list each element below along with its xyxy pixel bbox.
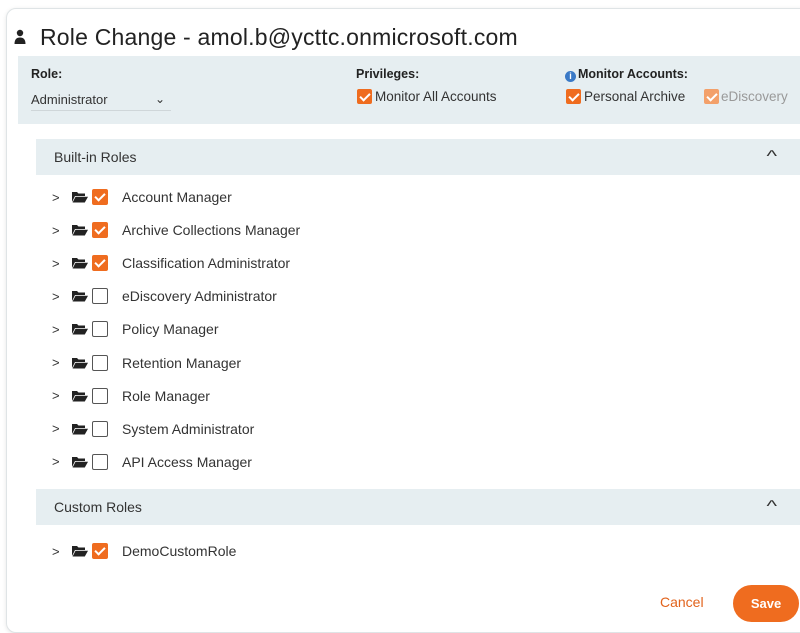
role-checkbox[interactable]: [92, 354, 108, 371]
personal-archive-label: Personal Archive: [584, 89, 686, 104]
folder-open-icon: [72, 258, 88, 269]
role-row[interactable]: > API Access Manager: [52, 449, 252, 475]
person-icon: [14, 29, 26, 44]
role-row[interactable]: > Account Manager: [52, 184, 232, 210]
folder-open-icon: [72, 291, 88, 302]
built-in-roles-header[interactable]: Built-in Roles ^: [36, 139, 800, 175]
role-checkbox[interactable]: [92, 288, 108, 305]
folder-open-icon: [72, 546, 88, 557]
folder-open-icon: [72, 357, 88, 368]
role-row[interactable]: > Policy Manager: [52, 316, 219, 342]
role-select-value: Administrator: [31, 91, 108, 107]
role-checkbox[interactable]: [92, 321, 108, 338]
privilege-checkbox[interactable]: [357, 89, 372, 104]
monitor-ediscovery[interactable]: eDiscovery: [704, 89, 788, 104]
role-label: API Access Manager: [122, 453, 252, 470]
role-checkbox[interactable]: [92, 543, 108, 559]
role-label: Role Manager: [122, 387, 210, 404]
dialog-title: Role Change - amol.b@ycttc.onmicrosoft.c…: [40, 23, 518, 50]
role-label: Archive Collections Manager: [122, 222, 301, 239]
chevron-up-icon[interactable]: ^: [767, 498, 778, 516]
privilege-label: Monitor All Accounts: [375, 89, 497, 104]
role-checkbox[interactable]: [92, 222, 108, 239]
role-row[interactable]: > Role Manager: [52, 383, 210, 409]
role-checkbox[interactable]: [92, 255, 108, 272]
section-title: Built-in Roles: [54, 149, 137, 165]
chevron-right-icon[interactable]: >: [52, 223, 64, 238]
role-label: Classification Administrator: [122, 255, 291, 272]
section-title: Custom Roles: [54, 499, 142, 515]
role-checkbox[interactable]: [92, 189, 108, 205]
role-label: Policy Manager: [122, 321, 219, 338]
role-label: Retention Manager: [122, 354, 242, 371]
role-row[interactable]: > eDiscovery Administrator: [52, 283, 277, 309]
personal-archive-checkbox[interactable]: [566, 89, 581, 104]
chevron-right-icon[interactable]: >: [52, 421, 64, 436]
role-row[interactable]: > Retention Manager: [52, 350, 241, 376]
role-row[interactable]: > System Administrator: [52, 416, 254, 442]
ediscovery-label: eDiscovery: [721, 89, 788, 104]
role-settings-panel: Role: Administrator ⌄ Privileges: Monito…: [18, 56, 800, 124]
chevron-right-icon[interactable]: >: [52, 388, 64, 403]
monitor-accounts-heading: i Monitor Accounts:: [565, 67, 688, 82]
ediscovery-checkbox[interactable]: [704, 89, 719, 104]
role-label: DemoCustomRole: [122, 543, 237, 559]
monitor-personal-archive[interactable]: Personal Archive: [566, 89, 685, 104]
info-icon[interactable]: i: [565, 71, 576, 82]
role-label: eDiscovery Administrator: [122, 288, 277, 305]
role-checkbox[interactable]: [92, 387, 108, 404]
chevron-right-icon[interactable]: >: [52, 256, 64, 271]
role-checkbox[interactable]: [92, 420, 108, 437]
role-row[interactable]: > Classification Administrator: [52, 250, 290, 276]
chevron-down-icon: ⌄: [154, 92, 165, 106]
role-checkbox[interactable]: [92, 453, 108, 470]
chevron-right-icon[interactable]: >: [52, 355, 64, 370]
folder-open-icon: [72, 192, 88, 203]
chevron-right-icon[interactable]: >: [52, 289, 64, 304]
custom-roles-header[interactable]: Custom Roles ^: [36, 489, 800, 525]
save-button[interactable]: Save: [733, 585, 799, 622]
role-row[interactable]: > DemoCustomRole: [52, 538, 236, 564]
privileges-label: Privileges:: [356, 67, 420, 81]
folder-open-icon: [72, 324, 88, 335]
folder-open-icon: [72, 225, 88, 236]
monitor-accounts-label: Monitor Accounts:: [578, 67, 688, 81]
chevron-right-icon[interactable]: >: [52, 322, 64, 337]
chevron-right-icon[interactable]: >: [52, 454, 64, 469]
chevron-right-icon[interactable]: >: [52, 190, 64, 205]
role-label: Account Manager: [122, 189, 232, 205]
folder-open-icon: [72, 390, 88, 402]
chevron-right-icon[interactable]: >: [52, 544, 64, 559]
role-select[interactable]: Administrator ⌄: [31, 88, 171, 111]
role-row[interactable]: > Archive Collections Manager: [52, 217, 300, 243]
folder-open-icon: [72, 423, 88, 435]
dialog-header: Role Change - amol.b@ycttc.onmicrosoft.c…: [14, 20, 518, 54]
privilege-monitor-all[interactable]: Monitor All Accounts: [357, 89, 497, 104]
cancel-button[interactable]: Cancel: [660, 594, 704, 610]
role-label: Role:: [31, 67, 63, 81]
role-label: System Administrator: [122, 420, 255, 437]
chevron-up-icon[interactable]: ^: [767, 148, 778, 166]
folder-open-icon: [72, 456, 88, 468]
